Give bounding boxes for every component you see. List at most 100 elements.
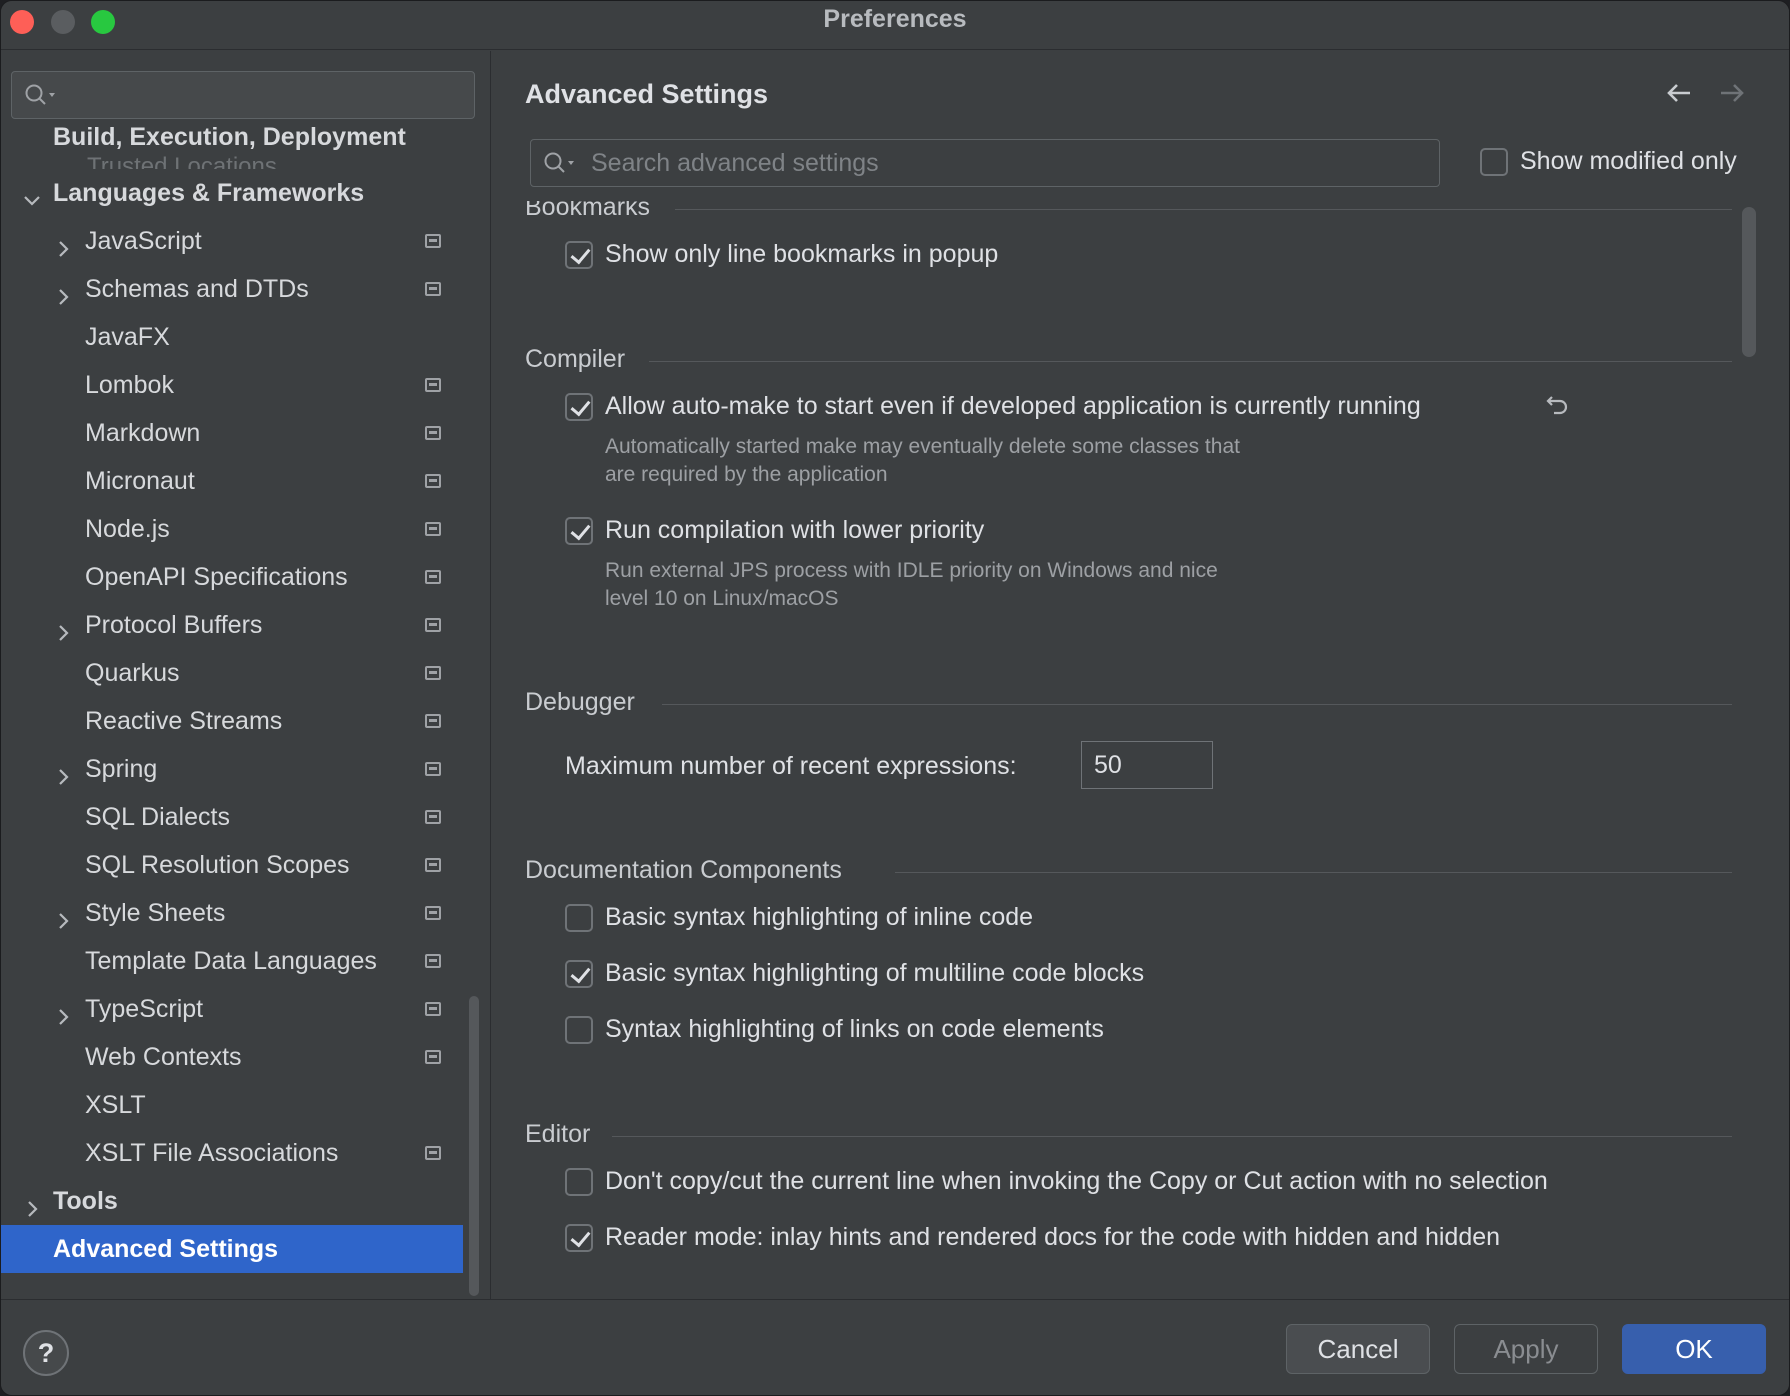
- search-input[interactable]: [591, 146, 1411, 180]
- cancel-button[interactable]: Cancel: [1286, 1324, 1430, 1374]
- sidebar-item-typescript[interactable]: TypeScript: [1, 985, 463, 1033]
- sidebar-item-web-contexts[interactable]: Web Contexts: [1, 1033, 463, 1081]
- auto-make-hint: Automatically started make may eventuall…: [605, 433, 1305, 489]
- lower-priority-compilation-label[interactable]: Run compilation with lower priority: [605, 516, 984, 545]
- chevron-right-icon[interactable]: [51, 613, 75, 641]
- project-settings-icon: [425, 666, 441, 680]
- sidebar-item-label: Tools: [53, 1187, 118, 1215]
- lower-priority-compilation-checkbox[interactable]: [565, 517, 593, 545]
- section-title-debugger: Debugger: [525, 688, 635, 716]
- sidebar-search-field[interactable]: [11, 71, 475, 119]
- search-icon: [24, 83, 60, 114]
- inline-code-highlighting-label[interactable]: Basic syntax highlighting of inline code: [605, 903, 1033, 932]
- settings-scrollbar[interactable]: [1742, 207, 1756, 357]
- sidebar-item-label: Web Contexts: [85, 1043, 242, 1071]
- search-icon: [543, 151, 579, 182]
- ok-button[interactable]: OK: [1622, 1324, 1766, 1374]
- project-settings-icon: [425, 618, 441, 632]
- editor-option-2-checkbox[interactable]: [565, 1224, 593, 1252]
- sidebar-item-label: Reactive Streams: [85, 707, 283, 735]
- sidebar-item-micronaut[interactable]: Micronaut: [1, 457, 463, 505]
- sidebar-item-tools[interactable]: Tools: [1, 1177, 463, 1225]
- sidebar-item-xslt-file-associations[interactable]: XSLT File Associations: [1, 1129, 463, 1177]
- project-settings-icon: [425, 1002, 441, 1016]
- chevron-right-icon[interactable]: [51, 229, 75, 257]
- sidebar-item-javascript[interactable]: JavaScript: [1, 217, 463, 265]
- sidebar-item-lombok[interactable]: Lombok: [1, 361, 463, 409]
- chevron-right-icon[interactable]: [51, 997, 75, 1025]
- sidebar-item-quarkus[interactable]: Quarkus: [1, 649, 463, 697]
- project-settings-icon: [425, 378, 441, 392]
- back-arrow-icon[interactable]: [1664, 79, 1694, 112]
- bookmarks-line-popup-checkbox[interactable]: [565, 241, 593, 269]
- title-bar: Preferences: [1, 1, 1789, 50]
- sidebar-item-advanced-settings[interactable]: Advanced Settings: [1, 1225, 463, 1273]
- sidebar-item-label: SQL Resolution Scopes: [85, 851, 350, 879]
- multiline-code-highlighting-checkbox[interactable]: [565, 960, 593, 988]
- sidebar-item-javafx[interactable]: JavaFX: [1, 313, 463, 361]
- chevron-down-icon[interactable]: [20, 181, 44, 206]
- multiline-code-highlighting-label[interactable]: Basic syntax highlighting of multiline c…: [605, 959, 1144, 988]
- project-settings-icon: [425, 714, 441, 728]
- links-highlighting-label[interactable]: Syntax highlighting of links on code ele…: [605, 1015, 1104, 1044]
- sidebar-item-label: Languages & Frameworks: [53, 179, 365, 207]
- dialog-footer: ? Cancel Apply OK: [1, 1299, 1789, 1395]
- apply-button[interactable]: Apply: [1454, 1324, 1598, 1374]
- settings-scroll-area: Bookmarks Show only line bookmarks in po…: [492, 201, 1732, 1321]
- sidebar-item-reactive-streams[interactable]: Reactive Streams: [1, 697, 463, 745]
- sidebar-item-sql-resolution-scopes[interactable]: SQL Resolution Scopes: [1, 841, 463, 889]
- sidebar-item-label: Advanced Settings: [53, 1235, 279, 1263]
- sidebar-item-label: Spring: [85, 755, 158, 783]
- copy-cut-current-line-label[interactable]: Don't copy/cut the current line when inv…: [605, 1167, 1548, 1196]
- chevron-right-icon[interactable]: [51, 277, 75, 305]
- page-title: Advanced Settings: [525, 79, 769, 109]
- project-settings-icon: [425, 954, 441, 968]
- max-recent-expressions-input[interactable]: 50: [1081, 741, 1213, 789]
- sidebar-item-label: Schemas and DTDs: [85, 275, 309, 303]
- sidebar-item-label: Style Sheets: [85, 899, 226, 927]
- bookmarks-line-popup-label[interactable]: Show only line bookmarks in popup: [605, 240, 998, 269]
- sidebar-scrollbar[interactable]: [469, 996, 479, 1296]
- sidebar-item-style-sheets[interactable]: Style Sheets: [1, 889, 463, 937]
- hint-line: Run external JPS process with IDLE prior…: [605, 559, 1218, 582]
- window-title: Preferences: [823, 5, 967, 33]
- sidebar-item-sql-dialects[interactable]: SQL Dialects: [1, 793, 463, 841]
- sidebar-item-languages-frameworks[interactable]: Languages & Frameworks: [1, 169, 463, 217]
- sidebar-item-protocol-buffers[interactable]: Protocol Buffers: [1, 601, 463, 649]
- chevron-right-icon[interactable]: [20, 1189, 44, 1217]
- reset-to-default-icon[interactable]: [1544, 391, 1572, 424]
- project-settings-icon: [425, 426, 441, 440]
- project-settings-icon: [425, 234, 441, 248]
- sidebar-item-schemas-and-dtds[interactable]: Schemas and DTDs: [1, 265, 463, 313]
- hint-line: Automatically started make may eventuall…: [605, 435, 1240, 458]
- sidebar-item-label: JavaFX: [85, 323, 170, 351]
- sidebar-item-openapi-specifications[interactable]: OpenAPI Specifications: [1, 553, 463, 601]
- links-highlighting-checkbox[interactable]: [565, 1016, 593, 1044]
- sidebar-item-template-data-languages[interactable]: Template Data Languages: [1, 937, 463, 985]
- sidebar-item-markdown[interactable]: Markdown: [1, 409, 463, 457]
- chevron-right-icon[interactable]: [51, 757, 75, 785]
- help-button[interactable]: ?: [23, 1330, 69, 1376]
- sidebar-item-nodejs[interactable]: Node.js: [1, 505, 463, 553]
- auto-make-checkbox[interactable]: [565, 393, 593, 421]
- section-title-documentation: Documentation Components: [525, 856, 842, 884]
- sidebar-item-label: Protocol Buffers: [85, 611, 263, 639]
- show-modified-only-label[interactable]: Show modified only: [1520, 147, 1737, 176]
- show-modified-only-checkbox[interactable]: [1480, 148, 1508, 176]
- section-divider: [675, 209, 1732, 210]
- forward-arrow-icon[interactable]: [1717, 79, 1747, 112]
- inline-code-highlighting-checkbox[interactable]: [565, 904, 593, 932]
- section-title-bookmarks: Bookmarks: [525, 201, 651, 221]
- sidebar-item-xslt[interactable]: XSLT: [1, 1081, 463, 1129]
- sidebar-item-label: Markdown: [85, 419, 201, 447]
- sidebar-item-label: SQL Dialects: [85, 803, 230, 831]
- sidebar-item-build-execution-deployment[interactable]: Build, Execution, Deployment: [1, 113, 463, 161]
- auto-make-label[interactable]: Allow auto-make to start even if develop…: [605, 392, 1421, 421]
- sidebar-item-spring[interactable]: Spring: [1, 745, 463, 793]
- copy-cut-current-line-checkbox[interactable]: [565, 1168, 593, 1196]
- advanced-settings-search[interactable]: [530, 139, 1440, 187]
- chevron-right-icon[interactable]: [51, 901, 75, 929]
- editor-option-2-label[interactable]: Reader mode: inlay hints and rendered do…: [605, 1223, 1500, 1252]
- sidebar-item-label: Lombok: [85, 371, 174, 399]
- project-settings-icon: [425, 522, 441, 536]
